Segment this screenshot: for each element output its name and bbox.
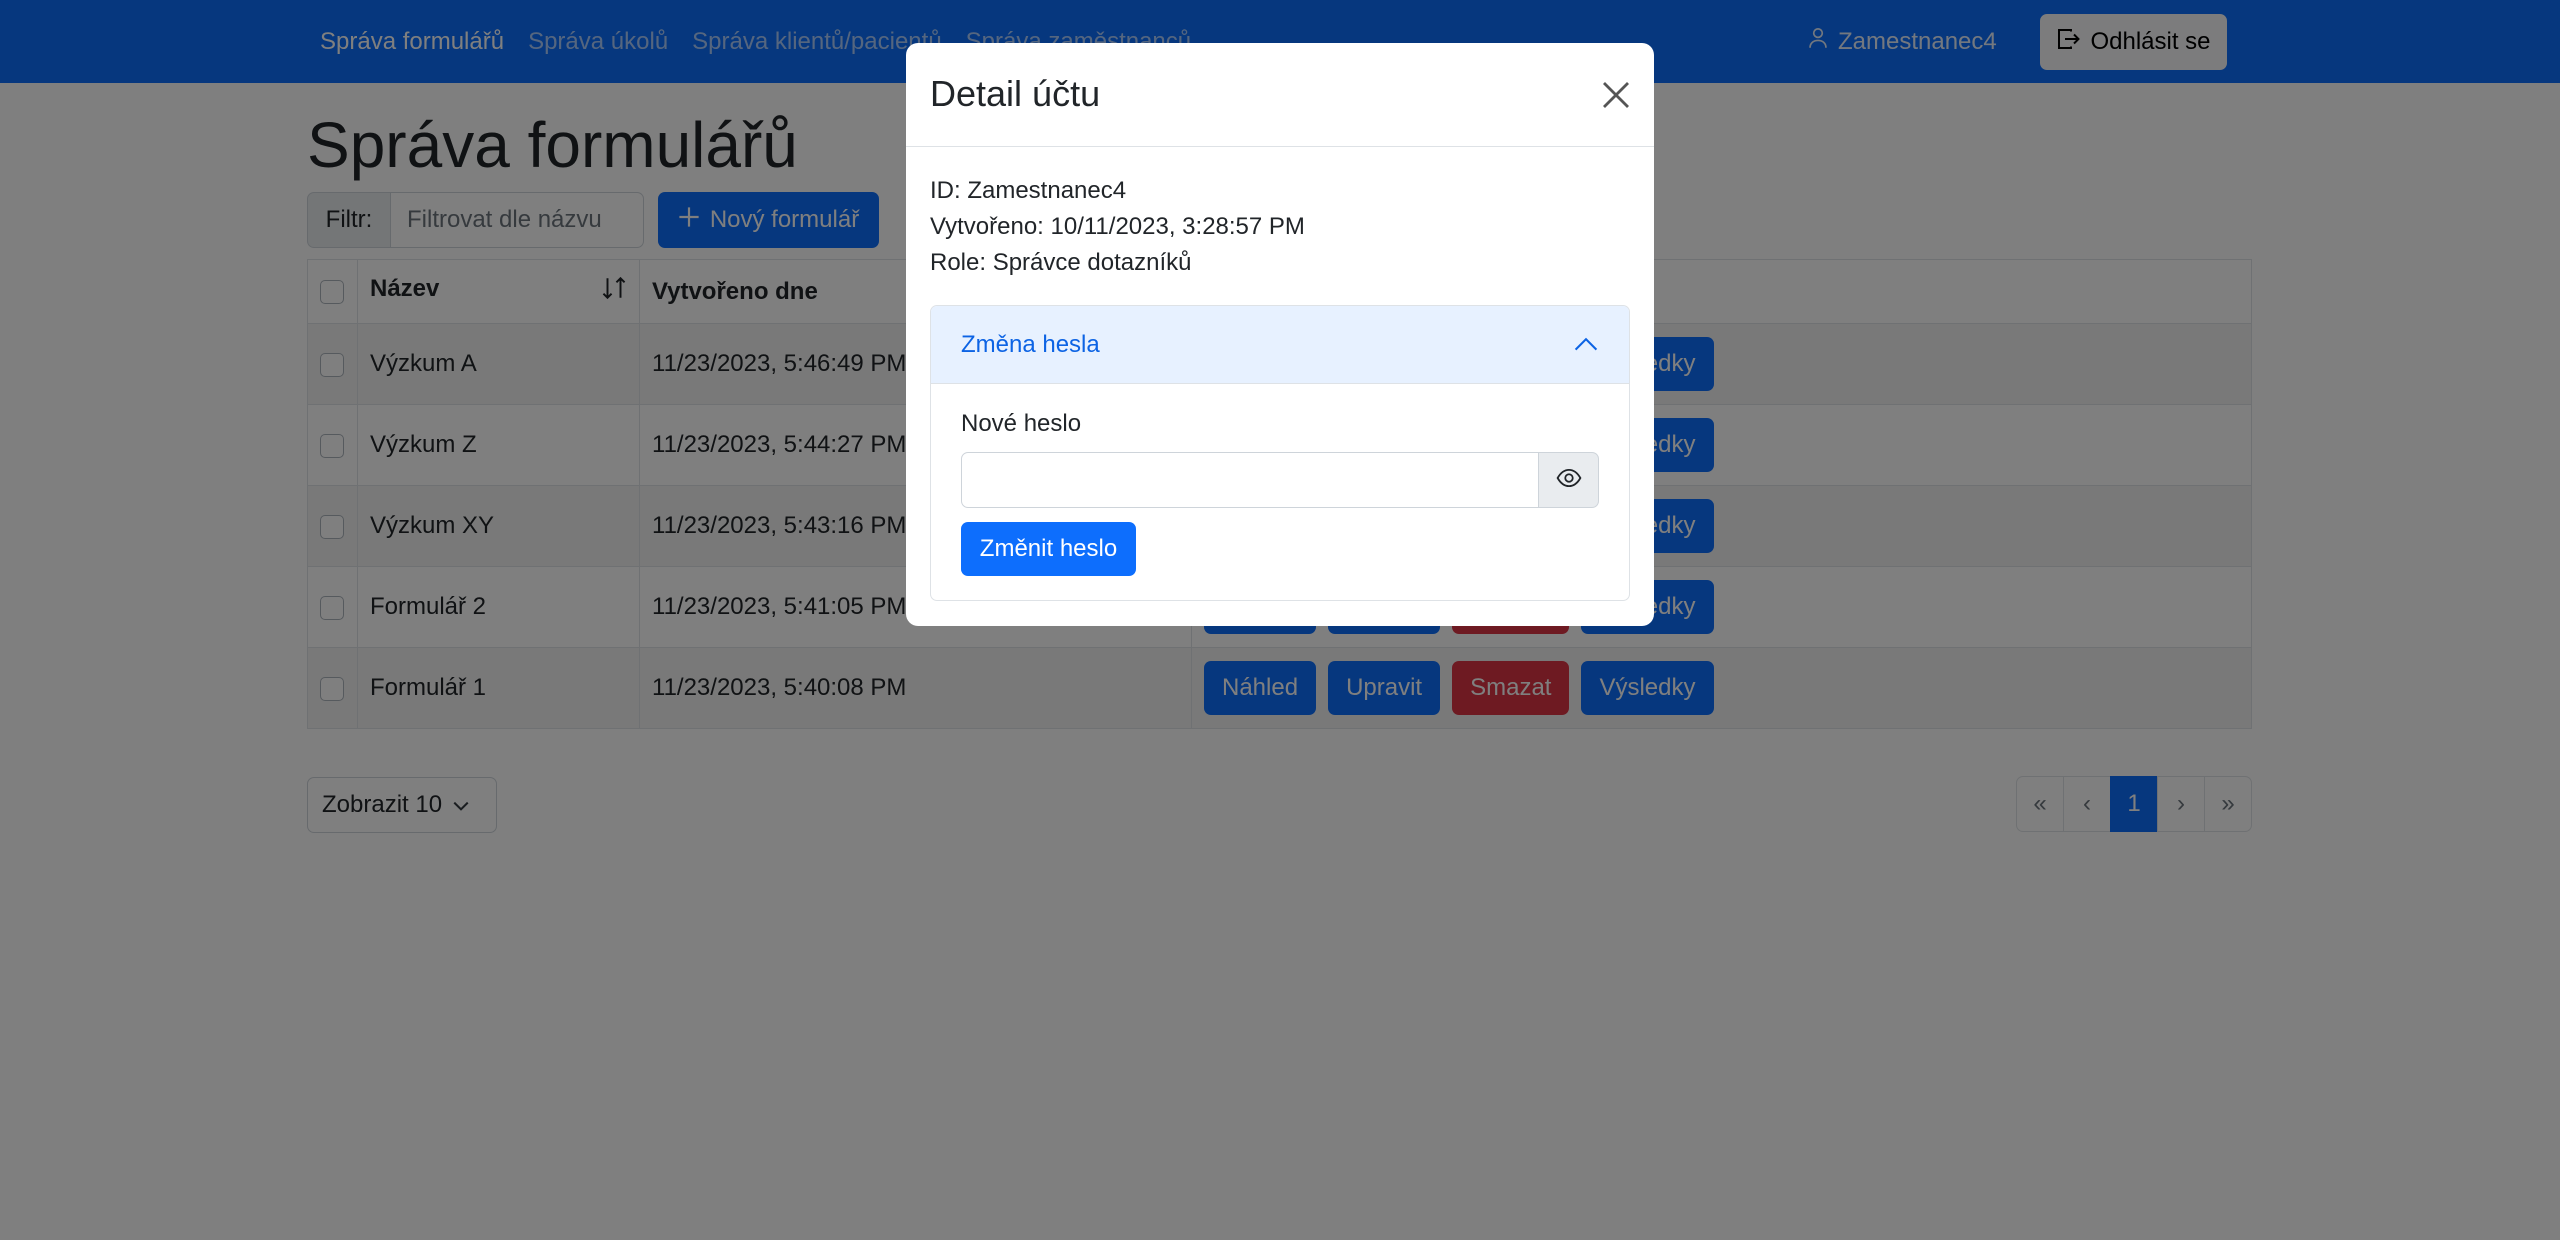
- eye-icon: [1556, 468, 1582, 493]
- show-password-button[interactable]: [1539, 452, 1599, 508]
- modal-header: Detail účtu: [906, 43, 1654, 147]
- new-password-field[interactable]: [961, 452, 1540, 508]
- change-password-button[interactable]: Změnit heslo: [961, 522, 1136, 576]
- account-id: ID: Zamestnanec4: [930, 177, 1127, 204]
- account-detail-modal: Detail účtu ID: Zamestnanec4 Vytvořeno: …: [906, 43, 1654, 626]
- accordion-header-change-password[interactable]: Změna hesla: [931, 306, 1629, 384]
- chevron-up-icon: [1573, 331, 1599, 359]
- modal-title: Detail účtu: [930, 73, 1101, 114]
- account-created: Vytvořeno: 10/11/2023, 3:28:57 PM: [930, 213, 1305, 240]
- new-password-group: [961, 452, 1599, 508]
- modal-body: ID: Zamestnanec4 Vytvořeno: 10/11/2023, …: [906, 147, 1654, 625]
- close-icon[interactable]: [1600, 79, 1632, 111]
- account-role: Role: Správce dotazníků: [930, 249, 1192, 276]
- accordion-title: Změna hesla: [961, 330, 1100, 358]
- new-password-label: Nové heslo: [961, 410, 1082, 437]
- password-accordion: Změna hesla Nové heslo Změnit heslo: [930, 305, 1630, 601]
- accordion-body: Nové heslo Změnit heslo: [931, 384, 1629, 600]
